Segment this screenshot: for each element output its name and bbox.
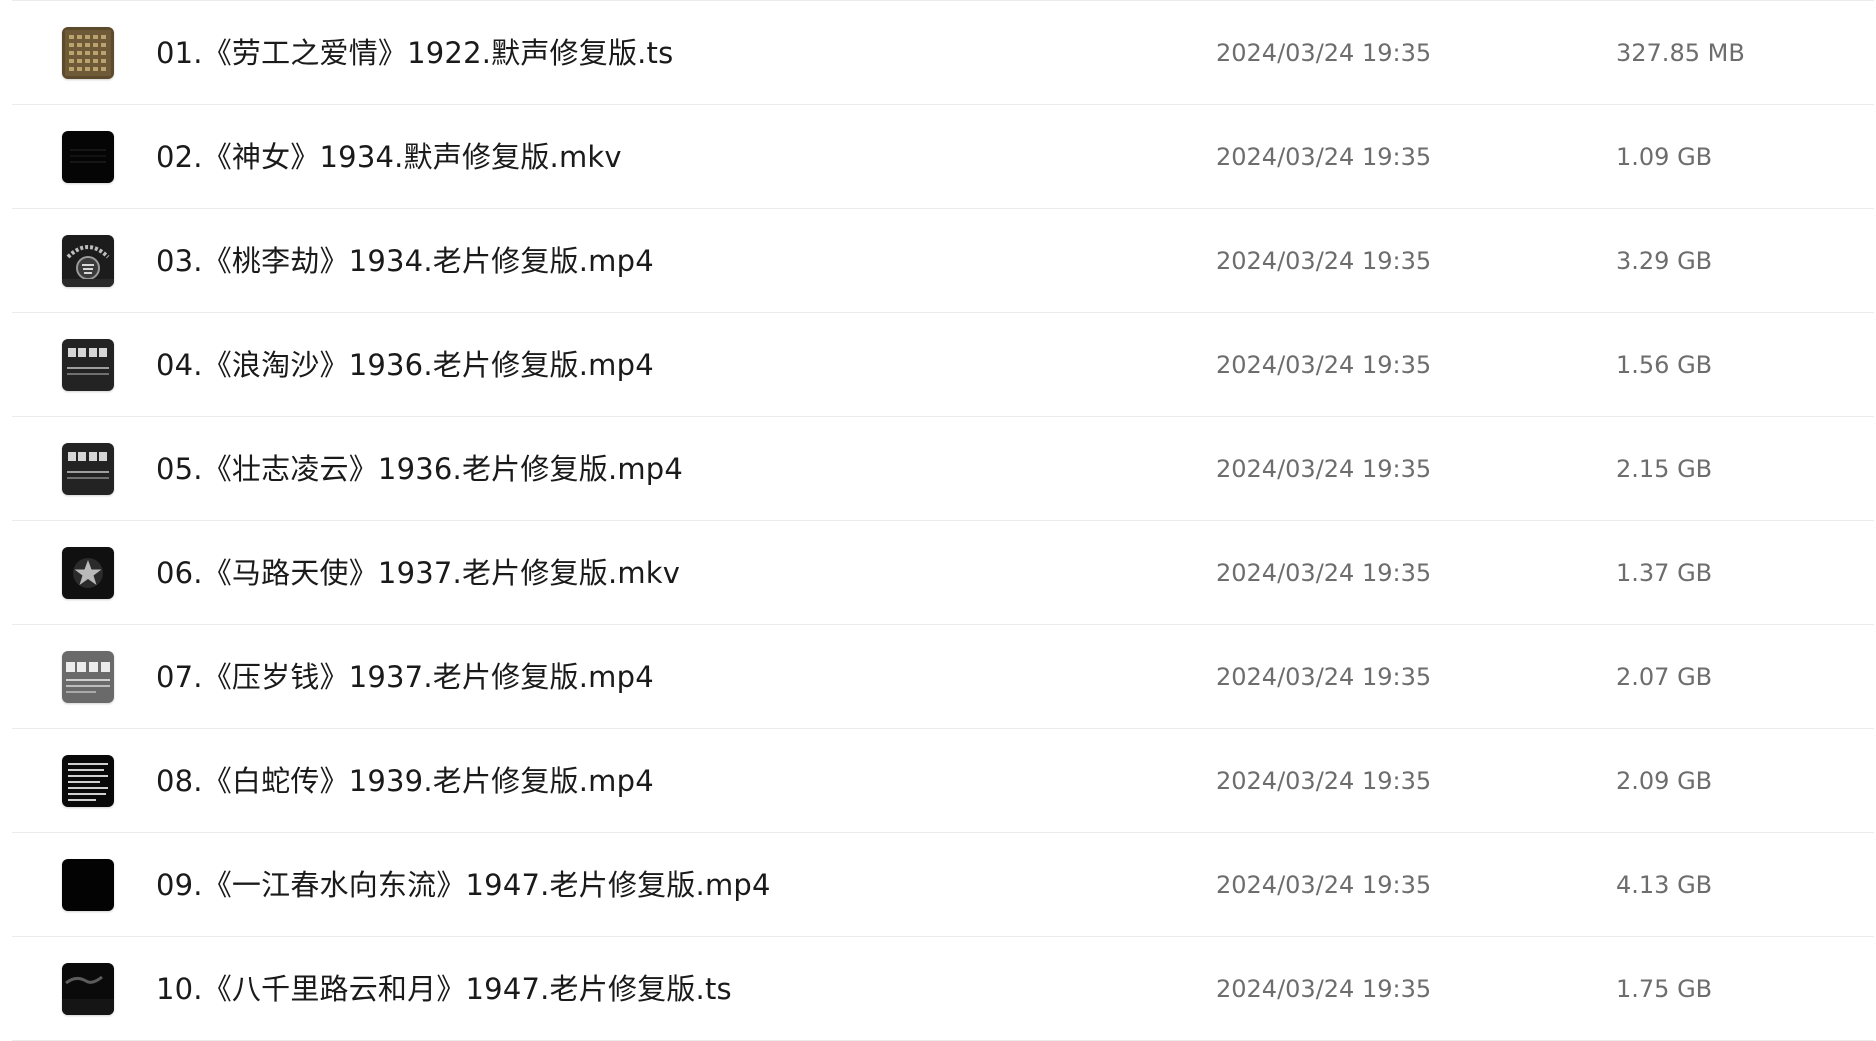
file-row[interactable]: 02.《神女》1934.默声修复版.mkv 2024/03/24 19:35 1… [12,105,1874,209]
video-thumbnail-icon [62,339,114,391]
file-row[interactable]: 05.《壮志凌云》1936.老片修复版.mp4 2024/03/24 19:35… [12,417,1874,521]
file-name[interactable]: 02.《神女》1934.默声修复版.mkv [156,135,622,179]
video-thumbnail-icon [62,131,114,183]
file-modified-date: 2024/03/24 19:35 [1216,975,1432,1003]
file-size: 2.15 GB [1616,455,1713,483]
file-row[interactable]: 07.《压岁钱》1937.老片修复版.mp4 2024/03/24 19:35 … [12,625,1874,729]
file-name[interactable]: 05.《壮志凌云》1936.老片修复版.mp4 [156,447,683,491]
file-row[interactable]: 03.《桃李劫》1934.老片修复版.mp4 2024/03/24 19:35 … [12,209,1874,313]
video-thumbnail-icon [62,963,114,1015]
file-name[interactable]: 01.《劳工之爱情》1922.默声修复版.ts [156,31,673,75]
video-thumbnail-icon [62,547,114,599]
file-size: 3.29 GB [1616,247,1713,275]
file-list: 01.《劳工之爱情》1922.默声修复版.ts 2024/03/24 19:35… [0,0,1876,1041]
file-name[interactable]: 07.《压岁钱》1937.老片修复版.mp4 [156,655,654,699]
file-row[interactable]: 09.《一江春水向东流》1947.老片修复版.mp4 2024/03/24 19… [12,833,1874,937]
file-row[interactable]: 04.《浪淘沙》1936.老片修复版.mp4 2024/03/24 19:35 … [12,313,1874,417]
file-name[interactable]: 08.《白蛇传》1939.老片修复版.mp4 [156,759,654,803]
file-modified-date: 2024/03/24 19:35 [1216,247,1432,275]
file-row[interactable]: 01.《劳工之爱情》1922.默声修复版.ts 2024/03/24 19:35… [12,1,1874,105]
file-name[interactable]: 10.《八千里路云和月》1947.老片修复版.ts [156,967,732,1011]
file-modified-date: 2024/03/24 19:35 [1216,559,1432,587]
file-name[interactable]: 06.《马路天使》1937.老片修复版.mkv [156,551,680,595]
video-thumbnail-icon [62,443,114,495]
file-modified-date: 2024/03/24 19:35 [1216,663,1432,691]
file-size: 1.37 GB [1616,559,1713,587]
file-row[interactable]: 06.《马路天使》1937.老片修复版.mkv 2024/03/24 19:35… [12,521,1874,625]
video-thumbnail-icon [62,859,114,911]
file-size: 1.75 GB [1616,975,1713,1003]
file-modified-date: 2024/03/24 19:35 [1216,143,1432,171]
file-name[interactable]: 09.《一江春水向东流》1947.老片修复版.mp4 [156,863,771,907]
file-size: 4.13 GB [1616,871,1713,899]
file-name[interactable]: 03.《桃李劫》1934.老片修复版.mp4 [156,239,654,283]
file-size: 1.09 GB [1616,143,1713,171]
video-thumbnail-icon [62,235,114,287]
file-size: 327.85 MB [1616,39,1745,67]
file-size: 2.07 GB [1616,663,1713,691]
file-row[interactable]: 10.《八千里路云和月》1947.老片修复版.ts 2024/03/24 19:… [12,937,1874,1041]
file-modified-date: 2024/03/24 19:35 [1216,455,1432,483]
file-row[interactable]: 08.《白蛇传》1939.老片修复版.mp4 2024/03/24 19:35 … [12,729,1874,833]
file-modified-date: 2024/03/24 19:35 [1216,39,1432,67]
file-size: 1.56 GB [1616,351,1713,379]
video-thumbnail-icon [62,755,114,807]
file-modified-date: 2024/03/24 19:35 [1216,767,1432,795]
video-thumbnail-icon [62,27,114,79]
file-modified-date: 2024/03/24 19:35 [1216,351,1432,379]
file-name[interactable]: 04.《浪淘沙》1936.老片修复版.mp4 [156,343,654,387]
file-modified-date: 2024/03/24 19:35 [1216,871,1432,899]
file-size: 2.09 GB [1616,767,1713,795]
video-thumbnail-icon [62,651,114,703]
